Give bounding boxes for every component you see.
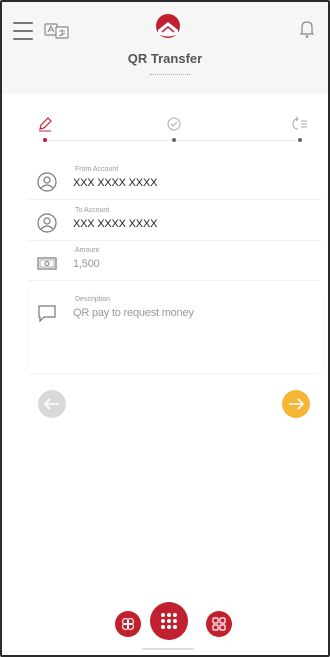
description-value: QR pay to request money [73, 307, 194, 319]
step-dot [43, 138, 47, 142]
bottom-bar [2, 595, 328, 655]
banknote-icon [36, 252, 58, 274]
amount-label: Amount [75, 247, 100, 254]
qr-code-icon [212, 617, 226, 631]
amount-value: 1,500 [73, 258, 100, 270]
grid-dots-icon [161, 613, 177, 629]
next-button[interactable] [282, 390, 310, 418]
step-edit[interactable] [32, 114, 58, 152]
to-account-value: XXX XXXX XXXX [73, 218, 158, 230]
page-title: QR Transfer [127, 51, 203, 66]
people-icon [121, 617, 135, 631]
step-dot [298, 138, 302, 142]
description-field[interactable]: Description QR pay to request money [28, 288, 322, 373]
home-indicator [142, 648, 194, 650]
description-label: Description [75, 296, 111, 303]
from-account-field[interactable]: From Account XXX XXXX XXXX [28, 164, 322, 200]
comment-icon [36, 302, 58, 324]
main-menu-button[interactable] [150, 602, 188, 640]
arrow-right-icon [289, 398, 304, 410]
check-circle-icon [164, 114, 184, 134]
step-review[interactable] [287, 114, 313, 152]
language-toggle-icon[interactable] [43, 20, 71, 42]
contacts-button[interactable] [115, 611, 141, 637]
pencil-icon [35, 114, 55, 134]
qr-scan-button[interactable] [206, 611, 232, 637]
header: QR Transfer [2, 2, 328, 94]
amount-field[interactable]: Amount 1,500 [28, 245, 322, 281]
user-circle-icon [36, 212, 58, 234]
brand-logo-icon [154, 12, 182, 40]
bell-icon[interactable] [298, 18, 316, 40]
arrow-left-icon [44, 398, 59, 410]
from-account-label: From Account [75, 166, 119, 173]
progress-steps [2, 114, 328, 154]
review-list-icon [290, 114, 310, 134]
step-dot [172, 138, 176, 142]
to-account-label: To Account [75, 207, 110, 214]
user-circle-icon [36, 171, 58, 193]
app-screen: QR Transfer From Account XXX XXXX XXXX T… [0, 0, 330, 657]
back-button[interactable] [38, 390, 66, 418]
to-account-field[interactable]: To Account XXX XXXX XXXX [28, 205, 322, 241]
step-verify[interactable] [161, 114, 187, 152]
from-account-value: XXX XXXX XXXX [73, 177, 158, 189]
title-divider [150, 74, 190, 76]
menu-icon[interactable] [12, 22, 34, 40]
